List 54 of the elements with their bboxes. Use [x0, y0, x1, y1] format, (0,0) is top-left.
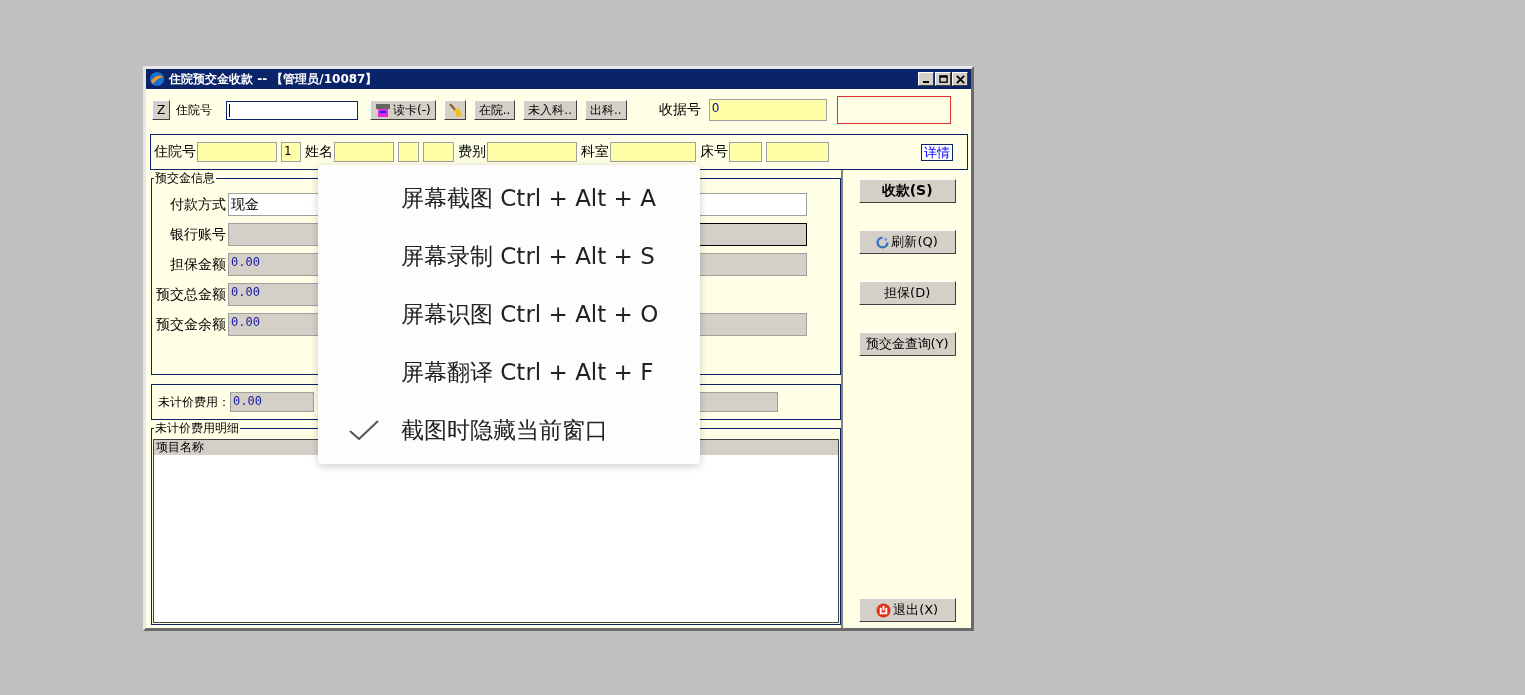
field-label: 付款方式 [169, 195, 226, 214]
filter-button[interactable]: 在院.. [473, 100, 516, 120]
gender-field[interactable] [398, 142, 419, 162]
read-card-button[interactable]: 读卡(-) [370, 100, 436, 120]
maximize-button[interactable] [935, 72, 951, 86]
department-label: 科室 [581, 143, 609, 161]
clear-button[interactable] [443, 100, 466, 120]
receipt-number-field[interactable]: 0 [708, 99, 827, 121]
field-label: 银行账号 [169, 225, 226, 244]
field-label: 担保金额 [169, 255, 226, 274]
details-link[interactable]: 详情 [921, 143, 953, 161]
group-title: 预交金信息 [154, 171, 216, 185]
filter-button[interactable]: 未入科.. [523, 100, 577, 120]
receipt-label: 收据号 [658, 101, 701, 119]
minimize-button[interactable] [918, 72, 934, 86]
fee-type-field[interactable] [487, 142, 577, 162]
menu-item[interactable]: 屏幕翻译 Ctrl + Alt + F [318, 343, 700, 401]
inpatient-label: 住院号 [154, 143, 196, 161]
close-button[interactable] [952, 72, 968, 86]
ward-field[interactable] [766, 142, 829, 162]
inpatient-number-input[interactable] [226, 100, 358, 120]
name-label: 姓名 [305, 143, 333, 161]
dropdown-value: 现金 [231, 196, 259, 213]
field-label: 预交总金额 [155, 285, 226, 304]
action-button[interactable]: 担保(D) [858, 281, 956, 305]
department-field[interactable] [610, 142, 696, 162]
card-reader-icon [375, 102, 391, 118]
maximize-icon [938, 74, 948, 84]
collect-button[interactable]: 收款(S) [858, 179, 956, 203]
age-field[interactable] [423, 142, 454, 162]
inpatient-number-field[interactable] [197, 142, 277, 162]
fee-type-label: 费别 [458, 143, 486, 161]
filter-button[interactable]: 出科.. [585, 100, 627, 120]
refresh-icon [876, 235, 890, 249]
close-icon [955, 74, 965, 84]
power-icon [876, 602, 892, 618]
bed-label: 床号 [700, 143, 728, 161]
visit-count-field[interactable]: 1 [281, 142, 301, 162]
app-logo-icon [149, 71, 165, 87]
action-button[interactable]: 预交金查询(Y) [858, 332, 956, 356]
exit-button[interactable]: 退出(X) [858, 598, 956, 622]
minimize-icon [923, 81, 929, 83]
field-label: 预交金余额 [155, 315, 226, 334]
window-title: 住院预交金收款 -- 【管理员/10087】 [169, 70, 378, 88]
bed-field[interactable] [729, 142, 762, 162]
checkmark-icon [349, 420, 379, 440]
group-title: 未计价费用明细 [154, 421, 240, 435]
summary-label: 未计价费用： [158, 393, 230, 411]
z-button[interactable]: Z [152, 100, 170, 120]
broom-icon [446, 102, 463, 118]
summary-field: 0.00 [230, 392, 314, 412]
refresh-button[interactable]: 刷新(Q) [858, 230, 956, 254]
name-field[interactable] [334, 142, 394, 162]
inpatient-label: 住院号 [176, 101, 212, 119]
